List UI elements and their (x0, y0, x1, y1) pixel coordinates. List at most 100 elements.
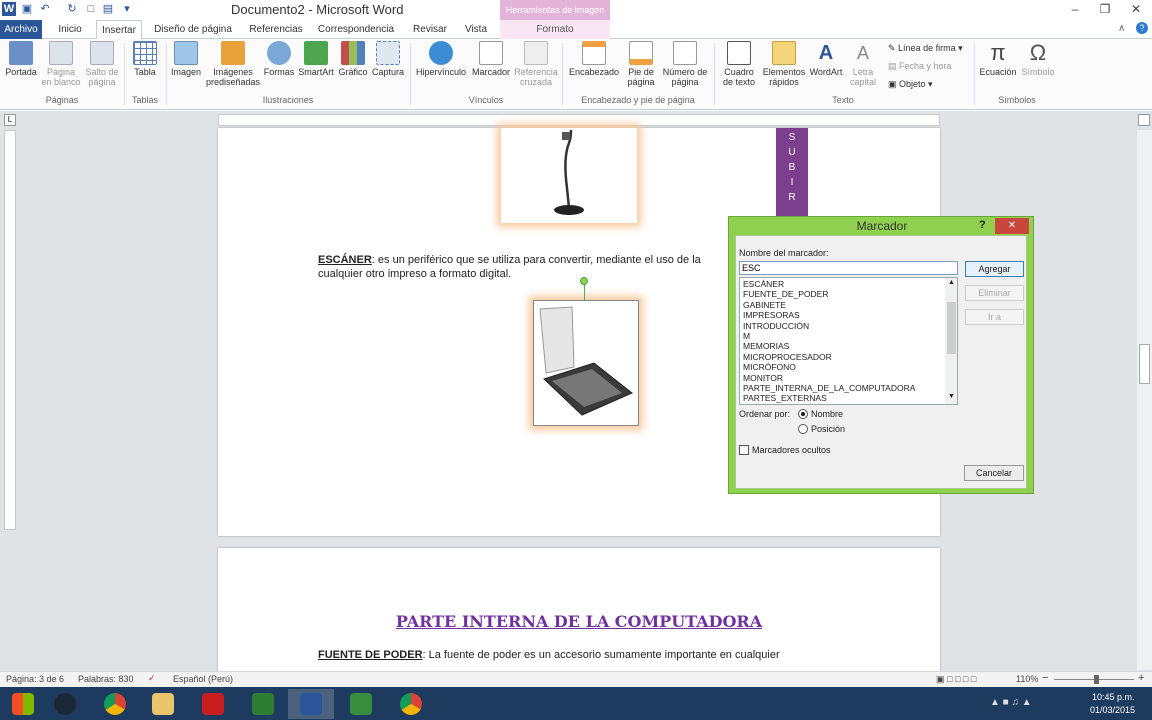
list-item[interactable]: PARTES_EXTERNAS (743, 393, 954, 403)
vertical-ruler[interactable] (4, 130, 16, 530)
scroll-up-icon[interactable]: ▲ (945, 278, 957, 288)
vertical-scrollbar[interactable] (1137, 130, 1152, 670)
subir-banner[interactable]: S U B I R (776, 128, 808, 216)
hipervinculo-button[interactable]: Hipervínculo (414, 41, 468, 77)
radio-posicion[interactable] (798, 424, 808, 434)
horizontal-ruler[interactable] (218, 114, 940, 126)
ir-a-button[interactable]: Ir a (965, 309, 1024, 325)
letra-capital-button[interactable]: A Letra capital (845, 41, 881, 87)
list-item[interactable]: MICRÓFONO (743, 362, 954, 372)
tab-diseno[interactable]: Diseño de página (150, 20, 236, 39)
language[interactable]: Español (Perú) (173, 674, 233, 684)
bookmark-list[interactable]: ESCÁNER FUENTE_DE_PODER GABINETE IMPRESO… (739, 277, 958, 405)
document-page[interactable]: PARTE INTERNA DE LA COMPUTADORA FUENTE D… (218, 548, 940, 671)
clock-time[interactable]: 10:45 p.m. (1092, 692, 1135, 702)
list-item[interactable]: ESCÁNER (743, 279, 954, 289)
portada-button[interactable]: Portada (2, 41, 40, 77)
word-count[interactable]: Palabras: 830 (78, 674, 134, 684)
hidden-bookmarks-checkbox[interactable] (739, 445, 749, 455)
ecuacion-button[interactable]: π Ecuación (978, 41, 1018, 78)
radio-nombre-label[interactable]: Nombre (811, 409, 843, 419)
list-item[interactable]: PARTE_INTERNA_DE_LA_COMPUTADORA (743, 383, 954, 393)
tab-inicio[interactable]: Inicio (50, 20, 90, 39)
scanner-image[interactable] (533, 277, 639, 426)
save-icon[interactable]: ▣ (20, 2, 34, 16)
referencia-cruzada-button[interactable]: Referencia cruzada (513, 41, 559, 87)
hidden-bookmarks-label[interactable]: Marcadores ocultos (752, 445, 831, 455)
zoom-slider-thumb[interactable] (1094, 675, 1099, 684)
pie-de-pagina-button[interactable]: Pie de página (622, 41, 660, 87)
captura-button[interactable]: Captura (370, 41, 406, 77)
help-icon[interactable]: ? (1136, 22, 1148, 34)
fecha-y-hora-button[interactable]: ▤ Fecha y hora (888, 61, 952, 72)
formas-button[interactable]: Formas (262, 41, 296, 77)
tab-insertar[interactable]: Insertar (96, 20, 142, 40)
list-item[interactable]: INTRODUCCIÓN (743, 321, 954, 331)
zoom-level[interactable]: 110% (1016, 674, 1038, 684)
zoom-in-icon[interactable]: + (1138, 672, 1144, 684)
dialog-help-button[interactable]: ? (979, 219, 986, 231)
encabezado-button[interactable]: Encabezado (566, 41, 622, 77)
agregar-button[interactable]: Agregar (965, 261, 1024, 277)
page-count[interactable]: Página: 3 de 6 (6, 674, 64, 684)
tab-revisar[interactable]: Revisar (408, 20, 452, 39)
view-layout-icons[interactable]: ▣ □ □ □ □ (936, 674, 976, 685)
customize-qat-icon[interactable]: ▾ (120, 2, 134, 16)
taskbar-camtasia-recorder[interactable] (338, 689, 384, 719)
tab-vista[interactable]: Vista (458, 20, 494, 39)
list-item[interactable]: GABINETE (743, 300, 954, 310)
radio-posicion-label[interactable]: Posición (811, 424, 845, 434)
taskbar-chrome-2[interactable] (388, 689, 434, 719)
objeto-button[interactable]: ▣ Objeto ▾ (888, 79, 933, 90)
word-app-icon[interactable]: W (2, 2, 16, 16)
undo-icon[interactable]: ↶ (38, 2, 52, 16)
close-button[interactable]: ✕ (1120, 0, 1152, 20)
dialog-close-button[interactable]: ✕ (995, 218, 1029, 234)
list-item[interactable]: MEMORIAS (743, 341, 954, 351)
numero-de-pagina-button[interactable]: Número de página (660, 41, 710, 87)
tab-formato[interactable]: Formato (500, 20, 610, 39)
cuadro-de-texto-button[interactable]: Cuadro de texto (717, 41, 761, 87)
list-item[interactable]: M (743, 331, 954, 341)
start-button[interactable] (0, 689, 46, 719)
view-ruler-icon[interactable] (1138, 114, 1150, 126)
imagenes-prediseñadas-button[interactable]: Imágenes prediseñadas (205, 41, 261, 87)
eliminar-button[interactable]: Eliminar (965, 285, 1024, 301)
tabla-button[interactable]: Tabla (128, 41, 162, 77)
print-preview-icon[interactable]: ▤ (101, 2, 115, 16)
elementos-rapidos-button[interactable]: Elementos rápidos (761, 41, 807, 87)
imagen-button[interactable]: Imagen (168, 41, 204, 77)
tab-correspondencia[interactable]: Correspondencia (316, 20, 396, 39)
minimize-ribbon-icon[interactable]: ∧ (1118, 23, 1125, 34)
list-item[interactable]: FUENTE_DE_PODER (743, 289, 954, 299)
pagina-en-blanco-button[interactable]: Página en blanco (40, 41, 82, 87)
radio-nombre[interactable] (798, 409, 808, 419)
taskbar-explorer[interactable] (140, 689, 186, 719)
scroll-thumb[interactable] (1139, 344, 1150, 384)
taskbar-chrome[interactable] (92, 689, 138, 719)
rotate-handle[interactable] (580, 277, 588, 285)
zoom-out-icon[interactable]: − (1042, 672, 1048, 684)
wordart-button[interactable]: A WordArt (807, 41, 845, 77)
list-scroll-thumb[interactable] (947, 302, 956, 354)
taskbar-acrobat[interactable] (190, 689, 236, 719)
bookmark-name-input[interactable] (739, 261, 958, 275)
new-doc-icon[interactable]: □ (84, 2, 98, 16)
restore-button[interactable]: ❐ (1090, 0, 1120, 20)
taskbar-steam[interactable] (42, 689, 88, 719)
microphone-image[interactable] (501, 128, 637, 223)
redo-icon[interactable]: ↻ (65, 2, 79, 16)
tab-selector[interactable]: L (4, 114, 16, 126)
smartart-button[interactable]: SmartArt (297, 41, 335, 77)
tray-icons[interactable]: ▲ ■ ♫ ▲ (990, 697, 1032, 708)
taskbar-camtasia[interactable] (240, 689, 286, 719)
list-item[interactable]: IMPRESORAS (743, 310, 954, 320)
simbolo-button[interactable]: Ω Símbolo (1018, 41, 1058, 78)
linea-de-firma-button[interactable]: ✎ Línea de firma ▾ (888, 43, 963, 54)
taskbar-word[interactable] (288, 689, 334, 719)
salto-de-pagina-button[interactable]: Salto de página (82, 41, 122, 87)
list-scrollbar[interactable]: ▲ ▼ (945, 278, 957, 404)
list-item[interactable]: MICROPROCESADOR (743, 352, 954, 362)
clock-date[interactable]: 01/03/2015 (1090, 705, 1135, 715)
tab-referencias[interactable]: Referencias (244, 20, 308, 39)
